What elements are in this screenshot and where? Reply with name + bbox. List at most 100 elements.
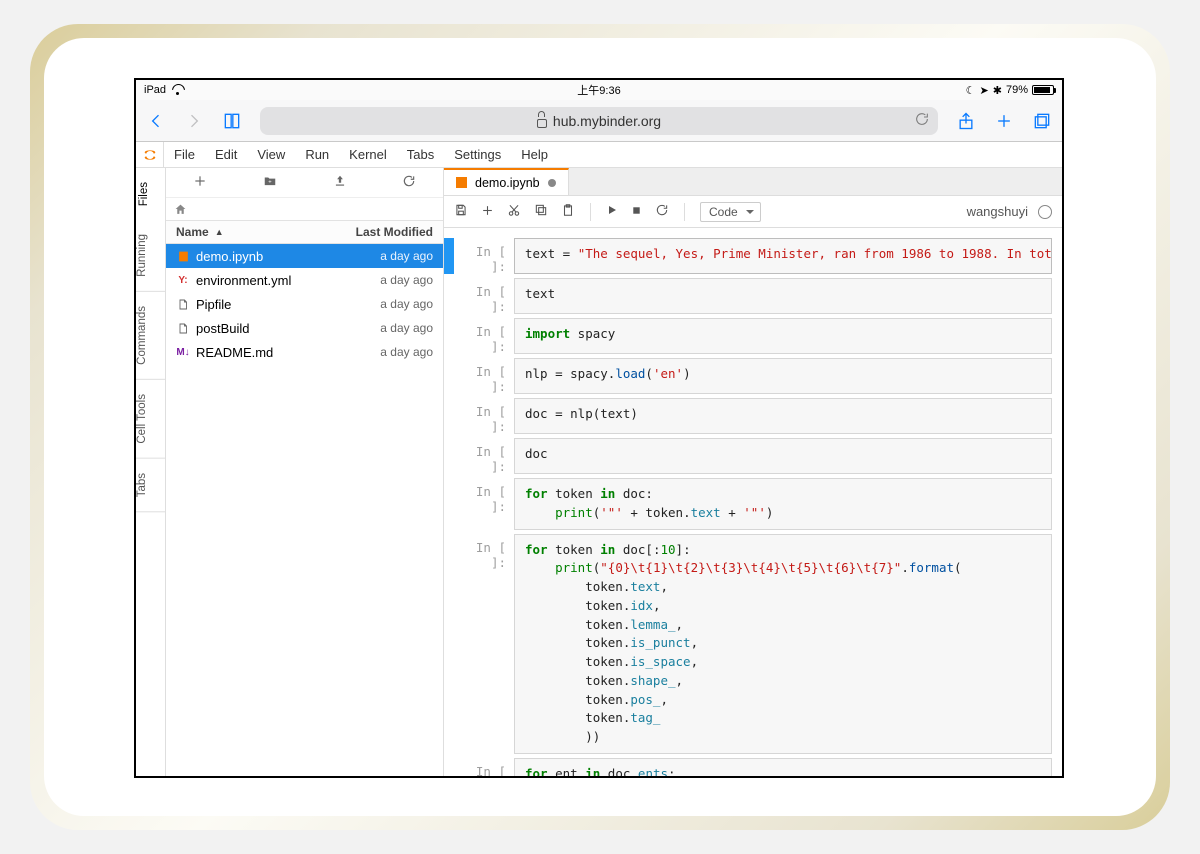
menu-settings[interactable]: Settings — [444, 147, 511, 162]
bluetooth-icon: ✱ — [993, 84, 1002, 97]
new-launcher-button[interactable] — [185, 170, 215, 195]
code-cell[interactable]: In [ ]:doc = nlp(text) — [444, 396, 1062, 436]
breadcrumb-home[interactable] — [166, 198, 443, 220]
battery-icon — [1032, 85, 1054, 95]
upload-button[interactable] — [325, 170, 355, 195]
cell-prompt: In [ ]: — [454, 478, 514, 530]
cell-input[interactable]: doc = nlp(text) — [514, 398, 1052, 434]
kernel-indicator-icon — [1038, 205, 1052, 219]
menu-kernel[interactable]: Kernel — [339, 147, 397, 162]
url-field[interactable]: hub.mybinder.org — [260, 107, 938, 135]
sort-caret-icon: ▲ — [215, 227, 224, 237]
file-row[interactable]: Pipfile a day ago — [166, 292, 443, 316]
cell-prompt: In [ ]: — [454, 758, 514, 776]
location-icon: ➤ — [980, 84, 989, 97]
code-cell[interactable]: In [ ]:text = "The sequel, Yes, Prime Mi… — [444, 236, 1062, 276]
svg-text:+: + — [268, 179, 272, 185]
menu-file[interactable]: File — [164, 147, 205, 162]
code-cell[interactable]: In [ ]:for ent in doc.ents: print(ent.te… — [444, 756, 1062, 776]
save-button[interactable] — [454, 203, 468, 220]
new-folder-button[interactable]: + — [254, 170, 286, 195]
forward-button[interactable] — [184, 111, 204, 131]
cell-input[interactable]: text = "The sequel, Yes, Prime Minister,… — [514, 238, 1052, 274]
copy-button[interactable] — [534, 203, 548, 220]
cell-input[interactable]: text — [514, 278, 1052, 314]
file-browser: + Name — [166, 168, 444, 776]
sidetab-tabs[interactable]: Tabs — [136, 459, 165, 512]
safari-toolbar: hub.mybinder.org — [136, 100, 1062, 142]
cut-button[interactable] — [507, 203, 521, 220]
cell-gutter — [444, 398, 454, 434]
col-name: Name — [176, 225, 209, 239]
insert-cell-button[interactable] — [481, 204, 494, 220]
file-type-icon — [176, 321, 190, 335]
ipad-frame: iPad 上午9:36 ☾ ➤ ✱ 79% — [30, 24, 1170, 830]
cell-prompt: In [ ]: — [454, 438, 514, 474]
cell-gutter — [444, 438, 454, 474]
run-button[interactable] — [606, 204, 618, 219]
menu-view[interactable]: View — [247, 147, 295, 162]
file-row[interactable]: demo.ipynba day ago — [166, 244, 443, 268]
notebook-tab[interactable]: demo.ipynb — [444, 168, 569, 195]
menu-edit[interactable]: Edit — [205, 147, 247, 162]
file-row[interactable]: M↓README.mda day ago — [166, 340, 443, 364]
notebook-area: demo.ipynb — [444, 168, 1062, 776]
menu-tabs[interactable]: Tabs — [397, 147, 444, 162]
notebook-icon — [456, 177, 467, 188]
restart-button[interactable] — [655, 203, 669, 220]
filebrowser-header[interactable]: Name ▲ Last Modified — [166, 220, 443, 244]
paste-button[interactable] — [561, 203, 575, 220]
tabs-button[interactable] — [1032, 111, 1052, 131]
refresh-button[interactable] — [394, 170, 424, 195]
cell-input[interactable]: for token in doc[:10]: print("{0}\t{1}\t… — [514, 534, 1052, 754]
code-cell[interactable]: In [ ]:nlp = spacy.load('en') — [444, 356, 1062, 396]
file-name: Pipfile — [196, 297, 231, 312]
file-row[interactable]: Y:environment.ymla day ago — [166, 268, 443, 292]
file-type-icon — [176, 297, 190, 311]
celltype-select[interactable]: Code — [700, 202, 761, 222]
code-cell[interactable]: In [ ]:for token in doc: print('"' + tok… — [444, 476, 1062, 532]
cell-gutter — [444, 758, 454, 776]
notebook-cells[interactable]: In [ ]:text = "The sequel, Yes, Prime Mi… — [444, 228, 1062, 776]
jupyter-menubar: FileEditViewRunKernelTabsSettingsHelp — [136, 142, 1062, 168]
notebook-toolbar: Code wangshuyi — [444, 196, 1062, 228]
bookmarks-button[interactable] — [222, 111, 242, 131]
file-row[interactable]: postBuild a day ago — [166, 316, 443, 340]
cell-input[interactable]: nlp = spacy.load('en') — [514, 358, 1052, 394]
stop-button[interactable] — [631, 204, 642, 219]
cell-input[interactable]: for token in doc: print('"' + token.text… — [514, 478, 1052, 530]
menu-run[interactable]: Run — [295, 147, 339, 162]
cell-gutter — [444, 534, 454, 754]
jupyter-logo[interactable] — [136, 142, 164, 167]
cell-input[interactable]: import spacy — [514, 318, 1052, 354]
lock-icon — [537, 115, 547, 127]
file-name: environment.yml — [196, 273, 291, 288]
file-type-icon — [176, 249, 190, 263]
sidetab-commands[interactable]: Commands — [136, 292, 165, 380]
cell-input[interactable]: doc — [514, 438, 1052, 474]
col-modified: Last Modified — [356, 225, 433, 239]
code-cell[interactable]: In [ ]:text — [444, 276, 1062, 316]
cell-prompt: In [ ]: — [454, 534, 514, 754]
cell-gutter — [444, 358, 454, 394]
reload-icon[interactable] — [914, 111, 930, 130]
cell-input[interactable]: for ent in doc.ents: print(ent.text, ent… — [514, 758, 1052, 776]
share-button[interactable] — [956, 111, 976, 131]
cell-gutter — [444, 238, 454, 274]
new-tab-button[interactable] — [994, 111, 1014, 131]
back-button[interactable] — [146, 111, 166, 131]
file-name: postBuild — [196, 321, 249, 336]
code-cell[interactable]: In [ ]:doc — [444, 436, 1062, 476]
sidetab-files[interactable]: Files — [136, 168, 165, 220]
sidetab-cell-tools[interactable]: Cell Tools — [136, 380, 165, 459]
file-list: demo.ipynba day agoY:environment.ymla da… — [166, 244, 443, 776]
code-cell[interactable]: In [ ]:for token in doc[:10]: print("{0}… — [444, 532, 1062, 756]
code-cell[interactable]: In [ ]:import spacy — [444, 316, 1062, 356]
menu-help[interactable]: Help — [511, 147, 558, 162]
file-modified: a day ago — [380, 321, 433, 335]
cell-prompt: In [ ]: — [454, 278, 514, 314]
ios-status-bar: iPad 上午9:36 ☾ ➤ ✱ 79% — [136, 80, 1062, 100]
wifi-icon — [171, 85, 184, 95]
file-modified: a day ago — [380, 297, 433, 311]
sidetab-running[interactable]: Running — [136, 220, 165, 292]
